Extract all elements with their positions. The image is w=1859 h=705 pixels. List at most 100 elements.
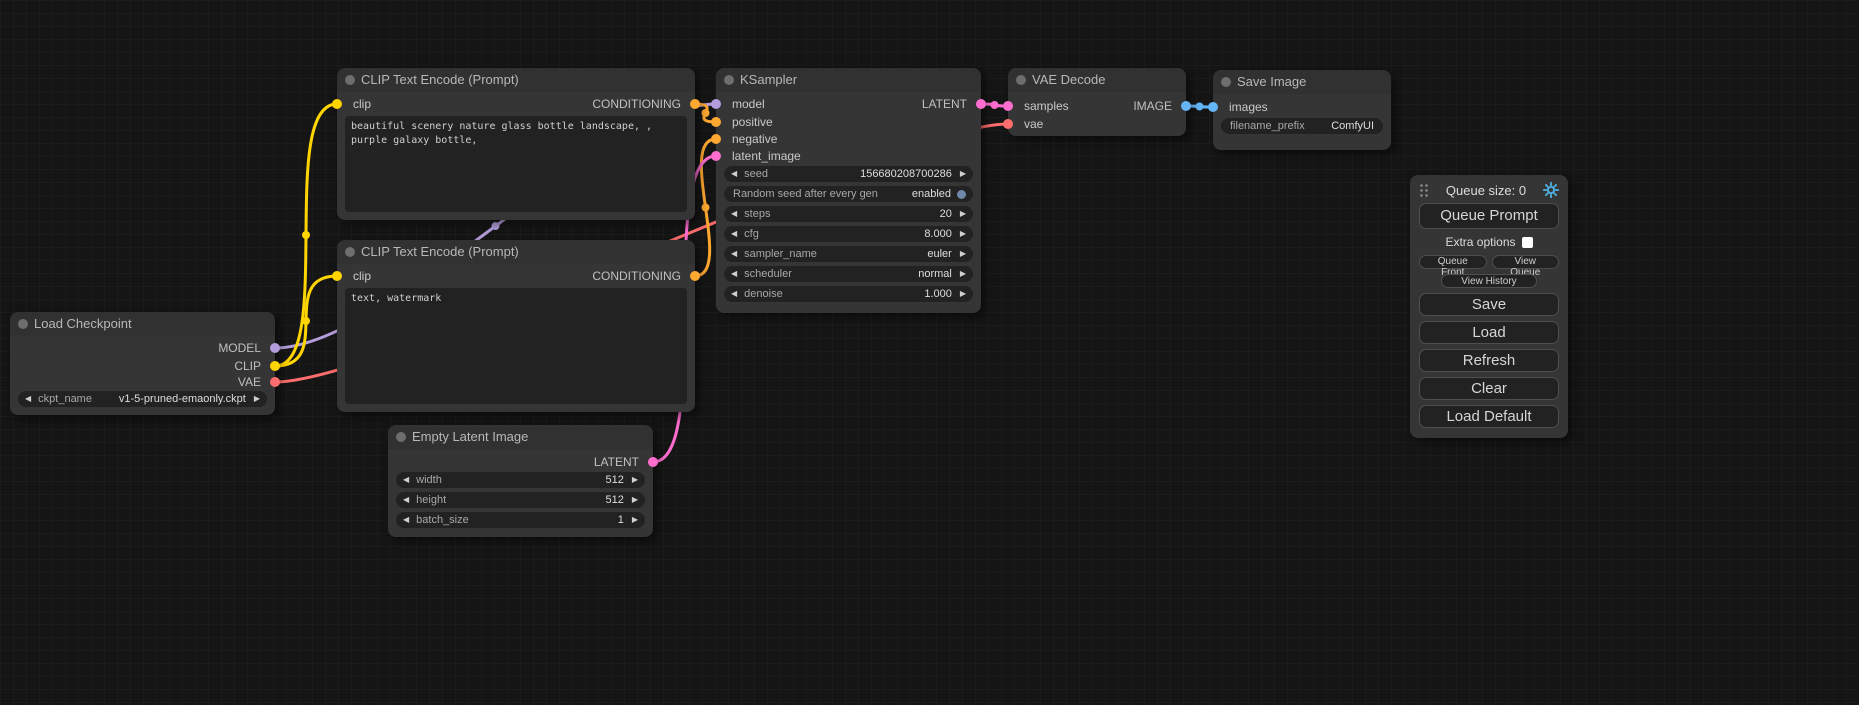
cfg-widget[interactable]: ◀ cfg 8.000 ▶ (724, 226, 973, 242)
clip-output-port[interactable] (270, 361, 280, 371)
model-output-port[interactable] (270, 343, 280, 353)
extra-options-label: Extra options (1445, 235, 1515, 249)
image-output-port[interactable] (1181, 101, 1191, 111)
node-clip-text-encode-positive[interactable]: CLIP Text Encode (Prompt) clip CONDITION… (337, 68, 695, 220)
node-load-checkpoint[interactable]: Load Checkpoint MODEL CLIP VAE ◀ ckpt_na… (10, 312, 275, 415)
scheduler-widget[interactable]: ◀ scheduler normal ▶ (724, 266, 973, 282)
view-history-button[interactable]: View History (1441, 274, 1537, 288)
widget-label: Random seed after every gen (733, 188, 878, 200)
increment-arrow-icon[interactable]: ▶ (632, 472, 638, 488)
random-seed-widget[interactable]: Random seed after every gen enabled (724, 186, 973, 202)
decrement-arrow-icon[interactable]: ◀ (731, 266, 737, 282)
decrement-arrow-icon[interactable]: ◀ (403, 472, 409, 488)
clip-input-port[interactable] (332, 99, 342, 109)
node-ksampler[interactable]: KSampler model positive negative latent_… (716, 68, 981, 313)
settings-gear-icon[interactable] (1543, 182, 1559, 198)
seed-widget[interactable]: ◀ seed 156680208700286 ▶ (724, 166, 973, 182)
conditioning-output-port[interactable] (690, 99, 700, 109)
widget-label: seed (744, 168, 768, 180)
queue-front-button[interactable]: Queue Front (1419, 255, 1487, 269)
decrement-arrow-icon[interactable]: ◀ (25, 391, 31, 407)
clear-button[interactable]: Clear (1419, 377, 1559, 400)
vae-output-port[interactable] (270, 377, 280, 387)
queue-prompt-button[interactable]: Queue Prompt (1419, 203, 1559, 229)
load-button[interactable]: Load (1419, 321, 1559, 344)
drag-handle-icon[interactable] (1419, 183, 1429, 198)
node-title-bar[interactable]: VAE Decode (1008, 68, 1186, 92)
widget-label: filename_prefix (1230, 120, 1305, 132)
latent-image-input-port[interactable] (711, 151, 721, 161)
widget-value: 512 (442, 474, 624, 486)
load-default-button[interactable]: Load Default (1419, 405, 1559, 428)
collapse-dot-icon[interactable] (724, 75, 734, 85)
positive-input-port[interactable] (711, 117, 721, 127)
decrement-arrow-icon[interactable]: ◀ (403, 492, 409, 508)
collapse-dot-icon[interactable] (396, 432, 406, 442)
increment-arrow-icon[interactable]: ▶ (960, 246, 966, 262)
collapse-dot-icon[interactable] (18, 319, 28, 329)
latent-output-port[interactable] (648, 457, 658, 467)
increment-arrow-icon[interactable]: ▶ (632, 512, 638, 528)
output-label-latent: LATENT (594, 454, 639, 470)
wire-conditioning-positive-midpoint (702, 109, 710, 117)
node-title-bar[interactable]: CLIP Text Encode (Prompt) (337, 240, 695, 264)
node-title-bar[interactable]: CLIP Text Encode (Prompt) (337, 68, 695, 92)
refresh-button[interactable]: Refresh (1419, 349, 1559, 372)
negative-prompt-text[interactable]: text, watermark (345, 288, 687, 404)
node-title-bar[interactable]: KSampler (716, 68, 981, 92)
increment-arrow-icon[interactable]: ▶ (254, 391, 260, 407)
increment-arrow-icon[interactable]: ▶ (960, 206, 966, 222)
node-title-bar[interactable]: Save Image (1213, 70, 1391, 94)
widget-label: width (416, 474, 442, 486)
ckpt-name-widget[interactable]: ◀ ckpt_name v1-5-pruned-emaonly.ckpt ▶ (18, 391, 267, 407)
widget-label: ckpt_name (38, 393, 92, 405)
negative-input-port[interactable] (711, 134, 721, 144)
model-input-port[interactable] (711, 99, 721, 109)
decrement-arrow-icon[interactable]: ◀ (731, 166, 737, 182)
node-save-image[interactable]: Save Image images filename_prefix ComfyU… (1213, 70, 1391, 150)
wire-clip-positive-midpoint (302, 231, 310, 239)
decrement-arrow-icon[interactable]: ◀ (403, 512, 409, 528)
decrement-arrow-icon[interactable]: ◀ (731, 246, 737, 262)
collapse-dot-icon[interactable] (1221, 77, 1231, 87)
width-widget[interactable]: ◀ width 512 ▶ (396, 472, 645, 488)
images-input-port[interactable] (1208, 102, 1218, 112)
conditioning-output-port[interactable] (690, 271, 700, 281)
sampler-name-widget[interactable]: ◀ sampler_name euler ▶ (724, 246, 973, 262)
increment-arrow-icon[interactable]: ▶ (960, 286, 966, 302)
increment-arrow-icon[interactable]: ▶ (632, 492, 638, 508)
positive-prompt-text[interactable]: beautiful scenery nature glass bottle la… (345, 116, 687, 212)
clip-input-port[interactable] (332, 271, 342, 281)
collapse-dot-icon[interactable] (345, 247, 355, 257)
steps-widget[interactable]: ◀ steps 20 ▶ (724, 206, 973, 222)
save-button[interactable]: Save (1419, 293, 1559, 316)
node-title-bar[interactable]: Empty Latent Image (388, 425, 653, 449)
decrement-arrow-icon[interactable]: ◀ (731, 286, 737, 302)
collapse-dot-icon[interactable] (345, 75, 355, 85)
vae-input-port[interactable] (1003, 119, 1013, 129)
node-empty-latent-image[interactable]: Empty Latent Image LATENT ◀ width 512 ▶ … (388, 425, 653, 537)
collapse-dot-icon[interactable] (1016, 75, 1026, 85)
node-title-bar[interactable]: Load Checkpoint (10, 312, 275, 336)
node-vae-decode[interactable]: VAE Decode samples vae IMAGE (1008, 68, 1186, 136)
batch-size-widget[interactable]: ◀ batch_size 1 ▶ (396, 512, 645, 528)
increment-arrow-icon[interactable]: ▶ (960, 266, 966, 282)
wire-conditioning-negative-midpoint (702, 204, 710, 212)
filename-prefix-widget[interactable]: filename_prefix ComfyUI (1221, 118, 1383, 134)
samples-input-port[interactable] (1003, 101, 1013, 111)
widget-value: 1.000 (783, 288, 952, 300)
increment-arrow-icon[interactable]: ▶ (960, 166, 966, 182)
extra-options-checkbox[interactable] (1522, 237, 1533, 248)
widget-value: ComfyUI (1305, 120, 1374, 132)
height-widget[interactable]: ◀ height 512 ▶ (396, 492, 645, 508)
increment-arrow-icon[interactable]: ▶ (960, 226, 966, 242)
toggle-dot-icon[interactable] (957, 190, 966, 199)
denoise-widget[interactable]: ◀ denoise 1.000 ▶ (724, 286, 973, 302)
latent-output-port[interactable] (976, 99, 986, 109)
decrement-arrow-icon[interactable]: ◀ (731, 206, 737, 222)
view-queue-button[interactable]: View Queue (1492, 255, 1560, 269)
graph-canvas[interactable]: { "icons": { "decrement": "◀", "incremen… (0, 0, 1859, 705)
node-clip-text-encode-negative[interactable]: CLIP Text Encode (Prompt) clip CONDITION… (337, 240, 695, 412)
decrement-arrow-icon[interactable]: ◀ (731, 226, 737, 242)
node-title: KSampler (740, 72, 797, 87)
